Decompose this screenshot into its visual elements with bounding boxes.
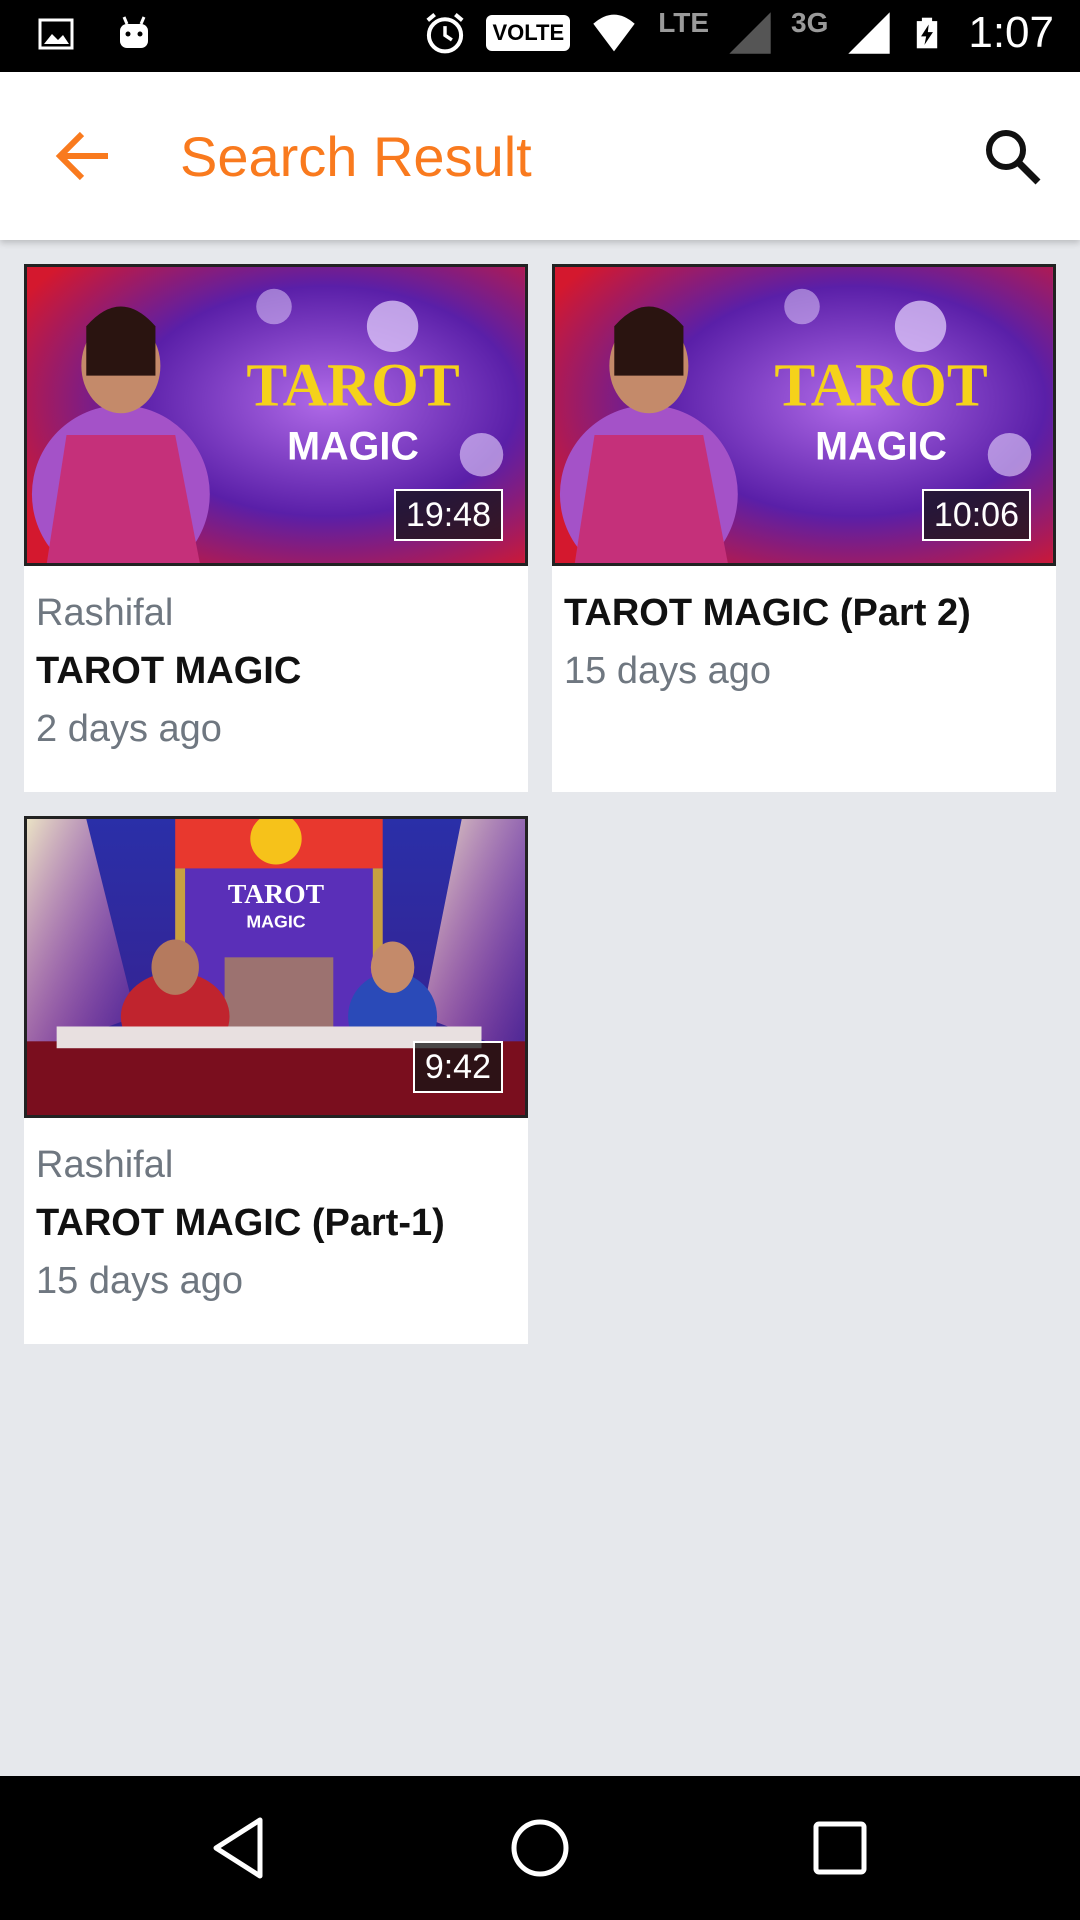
video-card[interactable]: TAROT MAGIC 19:48 Rashifal TAROT MAGIC 2… [24,264,528,792]
duration-badge: 10:06 [921,489,1031,541]
home-circle-icon[interactable] [504,1812,576,1884]
clock: 1:07 [968,8,1054,57]
thumbnail-subtitle-text: MAGIC [246,912,305,932]
thumbnail-title-text: TAROT [246,351,459,419]
page-title: Search Result [180,125,532,188]
video-title: TAROT MAGIC [36,650,302,692]
video-thumbnail[interactable]: TAROT MAGIC 9:42 [24,816,528,1118]
signal-icon [848,12,891,54]
video-card[interactable]: TAROT MAGIC 9:42 Rashifal TAROT MAGIC (P… [24,816,528,1344]
battery-charging-icon [917,17,938,49]
thumbnail-subtitle-text: MAGIC [287,425,419,469]
android-icon [120,16,148,48]
channel-name: Rashifal [36,1144,174,1186]
lte-label: LTE [658,7,709,38]
video-thumbnail[interactable]: TAROT MAGIC 19:48 [24,264,528,566]
video-title: TAROT MAGIC (Part 2) [564,592,971,634]
arrow-back-icon[interactable] [52,124,116,188]
wifi-icon [593,14,635,52]
duration-badge: 19:48 [393,489,503,541]
video-title: TAROT MAGIC (Part-1) [36,1202,445,1244]
volte-badge: VOLTE [486,15,571,51]
video-thumbnail[interactable]: TAROT MAGIC 10:06 [552,264,1056,566]
thumbnail-title-text: TAROT [228,878,325,909]
duration-badge: 9:42 [412,1041,503,1093]
signal-icon [729,12,771,54]
thumbnail-subtitle-text: MAGIC [815,425,947,469]
alarm-icon [426,13,465,54]
thumbnail-title-text: TAROT [774,351,987,419]
video-card[interactable]: TAROT MAGIC 10:06 TAROT MAGIC (Part 2) 1… [552,264,1056,792]
search-icon[interactable] [980,124,1044,188]
video-age: 2 days ago [36,708,222,750]
app-bar: Search Result [0,72,1080,240]
channel-name: Rashifal [36,592,174,634]
status-bar: VOLTE LTE 3G 1:07 [0,0,1080,72]
back-triangle-icon[interactable] [204,1812,276,1884]
navigation-bar [0,1776,1080,1920]
video-age: 15 days ago [564,650,772,692]
recents-square-icon[interactable] [804,1812,876,1884]
gallery-icon [38,18,74,50]
3g-label: 3G [791,7,829,38]
video-age: 15 days ago [36,1260,244,1302]
